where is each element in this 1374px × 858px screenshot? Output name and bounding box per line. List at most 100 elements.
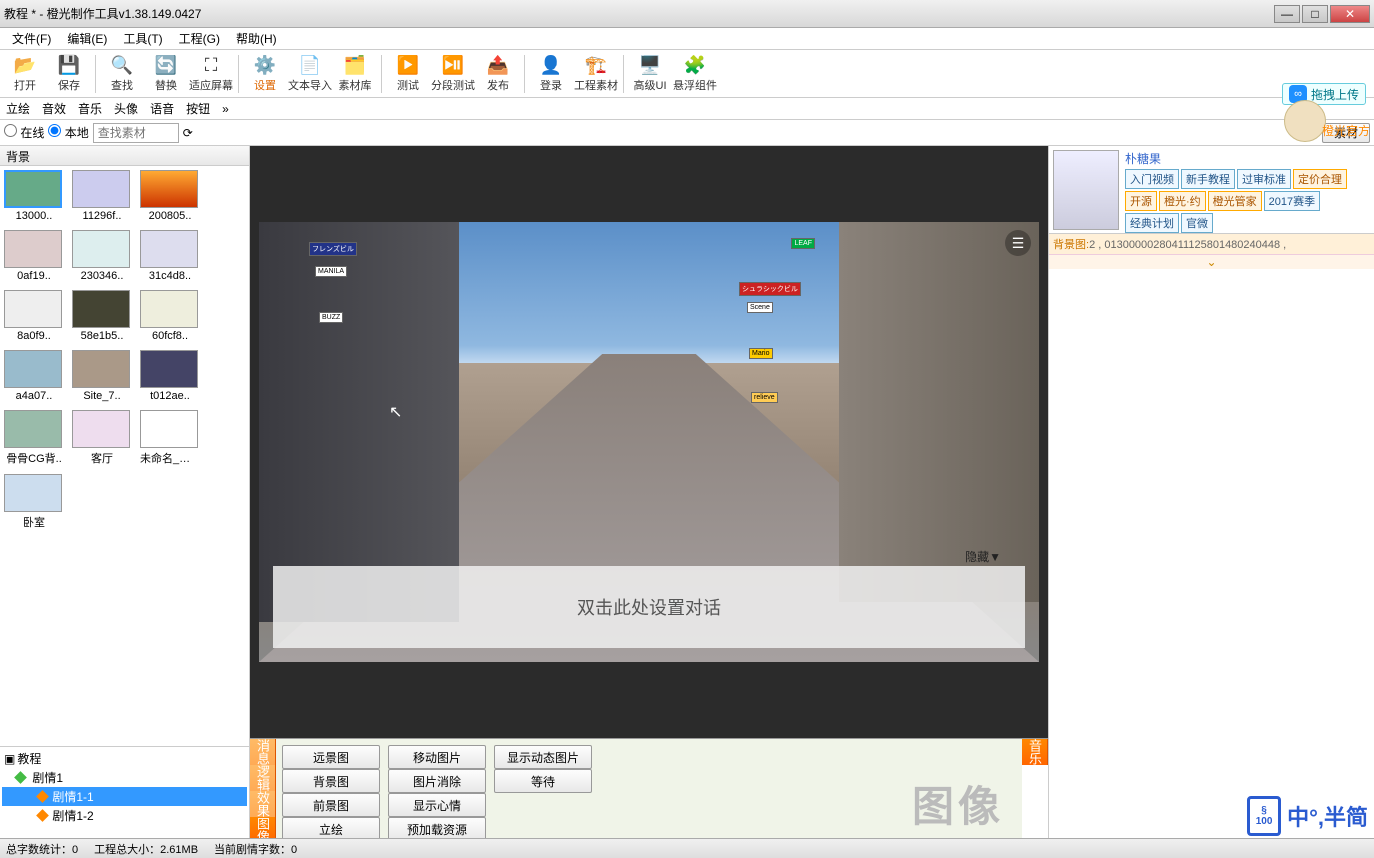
tool-发布[interactable]: 📤发布 bbox=[477, 52, 519, 96]
bottom-command-bar: 消息逻辑效果图像 远景图移动图片显示动态图片背景图图片消除等待前景图显示心情立绘… bbox=[250, 738, 1048, 838]
scene-tree: ▣ 教程 剧情1 剧情1-1 剧情1-2 bbox=[0, 746, 249, 838]
tool-分段测试[interactable]: ⏯️分段测试 bbox=[431, 52, 475, 96]
subtab-»[interactable]: » bbox=[216, 102, 235, 116]
subtab-音效[interactable]: 音效 bbox=[36, 100, 72, 117]
cmd-远景图[interactable]: 远景图 bbox=[282, 745, 380, 769]
cmd-显示心情[interactable]: 显示心情 bbox=[388, 793, 486, 817]
btab-音乐[interactable]: 音乐 bbox=[1022, 739, 1048, 765]
tag-橙光管家[interactable]: 橙光管家 bbox=[1208, 191, 1262, 211]
asset-item[interactable]: 230346.. bbox=[72, 230, 132, 282]
asset-search-input[interactable] bbox=[93, 123, 179, 143]
cmd-背景图[interactable]: 背景图 bbox=[282, 769, 380, 793]
tool-查找[interactable]: 🔍查找 bbox=[101, 52, 143, 96]
left-panel: 背景 13000..11296f..200805.. 0af19..230346.… bbox=[0, 146, 250, 838]
subtab-立绘[interactable]: 立绘 bbox=[0, 100, 36, 117]
hide-dialog-button[interactable]: 隐藏▼ bbox=[965, 548, 1001, 565]
设置-icon: ⚙️ bbox=[254, 55, 276, 77]
btab-逻辑[interactable]: 逻辑 bbox=[250, 765, 276, 791]
menu-帮助(H)[interactable]: 帮助(H) bbox=[228, 30, 285, 47]
tree-leaf[interactable]: 剧情1-2 bbox=[2, 806, 247, 825]
tag-橙光·约[interactable]: 橙光·约 bbox=[1159, 191, 1206, 211]
right-panel: 朴糖果 入门视频新手教程过审标准定价合理 开源橙光·约橙光管家2017赛季 经典… bbox=[1048, 146, 1374, 838]
tool-高级UI[interactable]: 🖥️高级UI bbox=[629, 52, 671, 96]
tool-工程素材[interactable]: 🏗️工程素材 bbox=[574, 52, 618, 96]
source-online[interactable]: 在线 bbox=[4, 124, 44, 141]
cmd-移动图片[interactable]: 移动图片 bbox=[388, 745, 486, 769]
window-title: 教程 * - 橙光制作工具v1.38.149.0427 bbox=[4, 5, 201, 22]
status-wordcount: 总字数统计：0 bbox=[6, 841, 78, 857]
工程素材-icon: 🏗️ bbox=[585, 55, 607, 77]
main-toolbar: 📂打开💾保存 🔍查找🔄替换⛶适应屏幕 ⚙️设置📄文本导入🗂️素材库 ▶️测试⏯️分段测… bbox=[0, 50, 1374, 98]
tag-定价合理[interactable]: 定价合理 bbox=[1293, 169, 1347, 189]
minimize-button[interactable]: — bbox=[1274, 5, 1300, 23]
asset-item[interactable]: Site_7.. bbox=[72, 350, 132, 402]
asset-item[interactable]: 13000.. bbox=[4, 170, 64, 222]
menu-编辑(E)[interactable]: 编辑(E) bbox=[59, 30, 115, 47]
asset-item[interactable]: 8a0f9.. bbox=[4, 290, 64, 342]
asset-item[interactable]: 0af19.. bbox=[4, 230, 64, 282]
menu-工具(T)[interactable]: 工具(T) bbox=[115, 30, 170, 47]
source-local[interactable]: 本地 bbox=[48, 124, 88, 141]
subtab-头像[interactable]: 头像 bbox=[108, 100, 144, 117]
tool-测试[interactable]: ▶️测试 bbox=[387, 52, 429, 96]
tree-root[interactable]: ▣ 教程 bbox=[2, 749, 247, 768]
mascot-avatar bbox=[1284, 100, 1326, 142]
登录-icon: 👤 bbox=[540, 55, 562, 77]
menu-文件(F)[interactable]: 文件(F) bbox=[4, 30, 59, 47]
user-name[interactable]: 朴糖果 bbox=[1125, 150, 1370, 167]
btab-消息[interactable]: 消息 bbox=[250, 739, 276, 765]
canvas-area: フレンズビル MANILA BUZZ LEAF シュラシックビル Scene M… bbox=[250, 146, 1048, 738]
asset-item[interactable]: a4a07.. bbox=[4, 350, 64, 402]
asset-item[interactable]: t012ae.. bbox=[140, 350, 200, 402]
refresh-icon[interactable]: ⟳ bbox=[183, 126, 193, 140]
tag-新手教程[interactable]: 新手教程 bbox=[1181, 169, 1235, 189]
btab-效果[interactable]: 效果 bbox=[250, 791, 276, 817]
asset-item[interactable]: 客厅 bbox=[72, 410, 132, 466]
文本导入-icon: 📄 bbox=[299, 55, 321, 77]
asset-header: 背景 bbox=[0, 146, 249, 166]
status-bar: 总字数统计：0 工程总大小：2.61MB 当前剧情字数：0 bbox=[0, 838, 1374, 858]
tree-leaf[interactable]: 剧情1-1 bbox=[2, 787, 247, 806]
tool-文本导入[interactable]: 📄文本导入 bbox=[288, 52, 332, 96]
tool-保存[interactable]: 💾保存 bbox=[48, 52, 90, 96]
subtab-按钮[interactable]: 按钮 bbox=[180, 100, 216, 117]
tag-2017赛季[interactable]: 2017赛季 bbox=[1264, 191, 1320, 211]
tag-开源[interactable]: 开源 bbox=[1125, 191, 1157, 211]
保存-icon: 💾 bbox=[58, 55, 80, 77]
cmd-图片消除[interactable]: 图片消除 bbox=[388, 769, 486, 793]
asset-item[interactable]: 卧室 bbox=[4, 474, 64, 530]
menu-工程(G)[interactable]: 工程(G) bbox=[171, 30, 228, 47]
asset-item[interactable]: 200805.. bbox=[140, 170, 200, 222]
tag-入门视频[interactable]: 入门视频 bbox=[1125, 169, 1179, 189]
tool-替换[interactable]: 🔄替换 bbox=[145, 52, 187, 96]
cmd-等待[interactable]: 等待 bbox=[494, 769, 592, 793]
asset-item[interactable]: 58e1b5.. bbox=[72, 290, 132, 342]
tag-过审标准[interactable]: 过审标准 bbox=[1237, 169, 1291, 189]
expand-row[interactable]: ⌄ bbox=[1049, 255, 1374, 269]
cmd-前景图[interactable]: 前景图 bbox=[282, 793, 380, 817]
asset-item[interactable]: 31c4d8.. bbox=[140, 230, 200, 282]
tree-chapter[interactable]: 剧情1 bbox=[2, 768, 247, 787]
subtab-语音[interactable]: 语音 bbox=[144, 100, 180, 117]
subtab-音乐[interactable]: 音乐 bbox=[72, 100, 108, 117]
tool-适应屏幕[interactable]: ⛶适应屏幕 bbox=[189, 52, 233, 96]
maximize-button[interactable]: □ bbox=[1302, 5, 1328, 23]
asset-item[interactable]: 未命名_副本.. bbox=[140, 410, 200, 466]
tool-悬浮组件[interactable]: 🧩悬浮组件 bbox=[673, 52, 717, 96]
dialog-box[interactable]: 隐藏▼ 双击此处设置对话 bbox=[273, 566, 1025, 648]
asset-item[interactable]: 骨骨CG背.. bbox=[4, 410, 64, 466]
tag-经典计划[interactable]: 经典计划 bbox=[1125, 213, 1179, 233]
高级UI-icon: 🖥️ bbox=[639, 55, 661, 77]
tag-官微[interactable]: 官微 bbox=[1181, 213, 1213, 233]
preview-canvas[interactable]: フレンズビル MANILA BUZZ LEAF シュラシックビル Scene M… bbox=[259, 222, 1039, 662]
tool-设置[interactable]: ⚙️设置 bbox=[244, 52, 286, 96]
asset-item[interactable]: 11296f.. bbox=[72, 170, 132, 222]
tool-登录[interactable]: 👤登录 bbox=[530, 52, 572, 96]
asset-item[interactable]: 60fcf8.. bbox=[140, 290, 200, 342]
tool-打开[interactable]: 📂打开 bbox=[4, 52, 46, 96]
close-button[interactable]: ✕ bbox=[1330, 5, 1370, 23]
tool-素材库[interactable]: 🗂️素材库 bbox=[334, 52, 376, 96]
canvas-menu-icon[interactable]: ☰ bbox=[1005, 230, 1031, 256]
cmd-显示动态图片[interactable]: 显示动态图片 bbox=[494, 745, 592, 769]
user-avatar[interactable] bbox=[1053, 150, 1119, 230]
